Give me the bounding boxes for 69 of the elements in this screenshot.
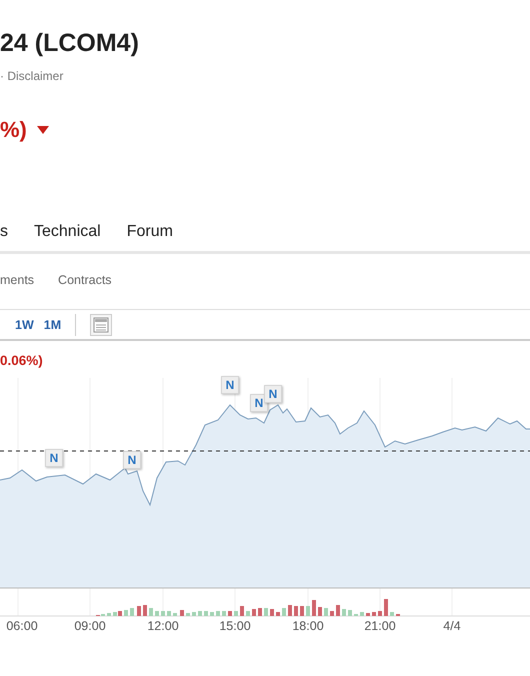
volume-bar (282, 608, 286, 616)
chart-change: 0.06%) (0, 353, 44, 369)
price-change: %) (0, 117, 27, 143)
volume-bar (161, 611, 165, 616)
time-label: 15:00 (219, 619, 251, 633)
news-marker[interactable]: N (45, 449, 63, 467)
volume-bar (366, 613, 370, 616)
volume-bar (107, 613, 111, 616)
volume-bar (246, 611, 250, 616)
volume-bar (130, 608, 134, 616)
volume-bar (216, 611, 220, 616)
volume-bar (264, 608, 268, 616)
volume-bar (306, 606, 310, 616)
table-icon (93, 316, 110, 332)
volume-bar (258, 608, 262, 616)
volume-bar (186, 613, 190, 616)
news-marker[interactable]: N (123, 451, 141, 469)
range-button[interactable]: 1W (15, 318, 34, 332)
time-label: 18:00 (292, 619, 324, 633)
time-label: 21:00 (364, 619, 396, 633)
volume-bar (390, 612, 394, 616)
nav-tab[interactable]: Forum (126, 222, 173, 242)
volume-bar (330, 611, 334, 616)
volume-bar (312, 600, 316, 616)
volume-bar (288, 605, 292, 616)
volume-bar (198, 611, 202, 616)
volume-bar (336, 605, 340, 616)
volume-bar (222, 611, 226, 616)
volume-bar (324, 608, 328, 616)
volume-bar (143, 605, 147, 616)
volume-bar (318, 607, 322, 616)
volume-bar (276, 612, 280, 616)
news-marker[interactable]: N (264, 385, 282, 403)
volume-bar (348, 610, 352, 616)
time-label: 06:00 (6, 619, 38, 633)
volume-bar (372, 612, 376, 616)
volume-bar (167, 611, 171, 616)
time-label: 4/4 (443, 619, 461, 633)
sub-tab[interactable]: Contracts (58, 272, 112, 286)
sub-tab[interactable]: ments (0, 272, 34, 286)
volume-bar (137, 606, 141, 616)
nav-tab[interactable]: Technical (34, 222, 101, 242)
volume-bar (384, 599, 388, 616)
time-label: 12:00 (147, 619, 179, 633)
volume-bar (228, 611, 232, 616)
volume-bar (252, 609, 256, 616)
volume-bar (234, 611, 238, 616)
volume-bar (173, 613, 177, 616)
volume-bar (270, 609, 274, 616)
range-button[interactable]: 1M (44, 318, 62, 332)
time-label: 09:00 (74, 619, 106, 633)
volume-bar (294, 606, 298, 616)
volume-bar (155, 611, 159, 616)
volume-bar (149, 608, 153, 616)
volume-bar (378, 611, 382, 616)
nav-tab[interactable]: s (0, 222, 8, 242)
volume-bar (360, 612, 364, 616)
volume-bar (300, 606, 304, 616)
stock-title: 24 (LCOM4) (0, 28, 140, 58)
volume-bar (204, 611, 208, 616)
layout-button[interactable] (90, 314, 112, 336)
volume-bar (342, 609, 346, 616)
volume-bar (240, 606, 244, 616)
disclaimer-link[interactable]: · Disclaimer (0, 68, 530, 84)
news-marker[interactable]: N (221, 376, 239, 394)
volume-bar (210, 612, 214, 616)
volume-bar (180, 610, 184, 616)
volume-bar (192, 612, 196, 616)
volume-bar (124, 610, 128, 616)
